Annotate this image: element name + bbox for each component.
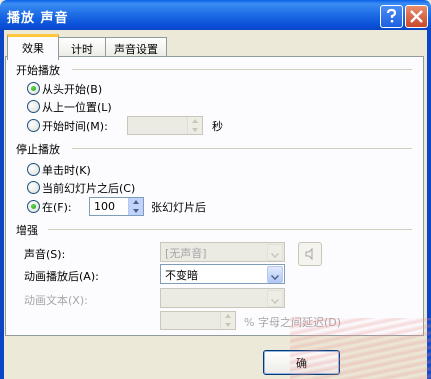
label-after-current-slide: 当前幻灯片之后(C) <box>42 182 136 195</box>
label-after-animation: 动画播放后(A): <box>24 270 99 283</box>
radio-after-current-slide[interactable] <box>27 181 40 194</box>
label-from-last-position: 从上一位置(L) <box>42 101 112 114</box>
slides-count-value: 100 <box>94 200 115 213</box>
ok-button[interactable]: 确 <box>263 350 340 375</box>
enhance-group-title: 增强 <box>16 224 38 237</box>
label-sound: 声音(S): <box>24 248 66 261</box>
tab-sound-settings[interactable]: 声音设置 <box>105 37 167 57</box>
speaker-icon <box>305 247 313 261</box>
radio-from-last-position[interactable] <box>27 100 40 113</box>
label-after-slides: 在(F): <box>42 201 72 214</box>
radio-on-click[interactable] <box>27 163 40 176</box>
sound-dropdown-arrow[interactable] <box>267 244 283 261</box>
radio-after-slides[interactable] <box>27 200 40 213</box>
label-from-beginning: 从头开始(B) <box>42 83 103 96</box>
help-button[interactable] <box>380 5 403 28</box>
tab-effect[interactable]: 效果 <box>7 34 59 60</box>
radio-start-time[interactable] <box>27 119 40 132</box>
animate-text-select[interactable] <box>160 288 285 308</box>
start-group-title: 开始播放 <box>16 64 60 77</box>
question-icon <box>386 8 397 23</box>
letter-delay-spin-buttons[interactable] <box>220 312 235 329</box>
title-bar: 播放 声音 <box>0 0 431 30</box>
label-letter-delay: % 字母之间延迟(D) <box>244 316 342 329</box>
label-start-time: 开始时间(M): <box>42 120 108 133</box>
slides-count-spinner[interactable]: 100 <box>89 197 144 216</box>
volume-button[interactable] <box>298 242 322 266</box>
tab-sound-settings-label: 声音设置 <box>114 43 158 56</box>
tab-effect-label: 效果 <box>22 42 44 55</box>
close-button[interactable] <box>405 5 428 28</box>
slides-count-spin-buttons[interactable] <box>128 198 143 215</box>
close-icon <box>410 10 423 23</box>
sound-select-value: [无声音] <box>165 247 207 260</box>
letter-delay-spinner[interactable] <box>160 311 236 330</box>
tab-timing-label: 计时 <box>71 43 93 56</box>
radio-from-beginning[interactable] <box>27 82 40 95</box>
start-time-spinner[interactable] <box>127 116 203 135</box>
window-border-right <box>427 30 431 379</box>
tab-timing[interactable]: 计时 <box>58 37 106 57</box>
ok-button-label: 确 <box>296 357 307 370</box>
animate-text-dropdown-arrow[interactable] <box>267 290 283 307</box>
after-animation-value: 不变暗 <box>165 269 198 282</box>
seconds-unit: 秒 <box>212 120 223 133</box>
window-border-left <box>0 30 4 379</box>
start-time-spin-buttons[interactable] <box>187 117 202 134</box>
start-group-line <box>72 69 412 70</box>
stop-group-line <box>72 148 412 149</box>
label-slides-after: 张幻灯片后 <box>151 201 206 214</box>
stop-group-title: 停止播放 <box>16 143 60 156</box>
label-animate-text: 动画文本(X): <box>24 294 88 307</box>
sound-select[interactable]: [无声音] <box>160 242 285 262</box>
after-animation-dropdown-arrow[interactable] <box>267 266 283 283</box>
after-animation-select[interactable]: 不变暗 <box>160 264 285 284</box>
window-title: 播放 声音 <box>7 11 69 26</box>
label-on-click: 单击时(K) <box>42 164 91 177</box>
enhance-group-line <box>48 229 412 230</box>
